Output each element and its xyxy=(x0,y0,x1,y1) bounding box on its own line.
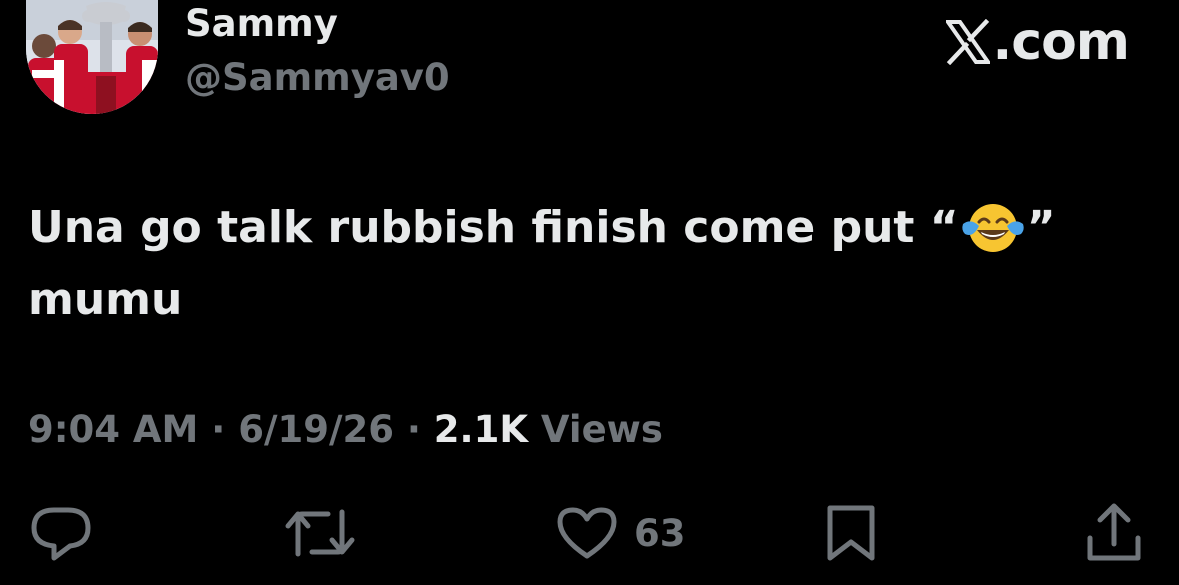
author-handle[interactable]: @Sammyav0 xyxy=(185,56,450,100)
reply-button[interactable] xyxy=(28,498,94,568)
tweet-time[interactable]: 9:04 AM xyxy=(28,408,198,451)
author-name[interactable]: Sammy xyxy=(185,2,338,46)
views-count[interactable]: 2.1K xyxy=(434,408,528,451)
x-brand: .com xyxy=(943,12,1130,72)
x-logo-icon xyxy=(943,18,992,66)
brand-domain-text: .com xyxy=(992,12,1130,72)
tweet-meta: 9:04 AM · 6/19/26 · 2.1K Views xyxy=(28,405,663,455)
views-label: Views xyxy=(528,408,663,451)
bookmark-icon xyxy=(822,502,880,564)
tweet-text: Una go talk rubbish finish come put “ ” … xyxy=(28,192,1138,336)
retweet-icon xyxy=(284,504,356,562)
like-count: 63 xyxy=(634,511,686,555)
meta-separator: · xyxy=(198,408,239,451)
bookmark-button[interactable] xyxy=(822,498,880,568)
face-with-tears-of-joy-emoji-icon xyxy=(959,198,1027,254)
reply-icon xyxy=(28,504,94,562)
share-button[interactable] xyxy=(1082,498,1146,568)
action-bar: 63 xyxy=(0,498,1179,568)
tweet-date[interactable]: 6/19/26 xyxy=(238,408,394,451)
profile-photo-image xyxy=(26,0,158,114)
tweet-card: Sammy @Sammyav0 .com Una go talk rubbish… xyxy=(0,0,1179,585)
heart-icon xyxy=(554,504,620,562)
share-icon xyxy=(1082,502,1146,564)
avatar[interactable] xyxy=(26,0,158,114)
meta-separator-2: · xyxy=(393,408,434,451)
tweet-text-part1: Una go talk rubbish finish come put “ xyxy=(28,202,959,253)
retweet-button[interactable] xyxy=(284,498,356,568)
like-button[interactable]: 63 xyxy=(554,498,686,568)
